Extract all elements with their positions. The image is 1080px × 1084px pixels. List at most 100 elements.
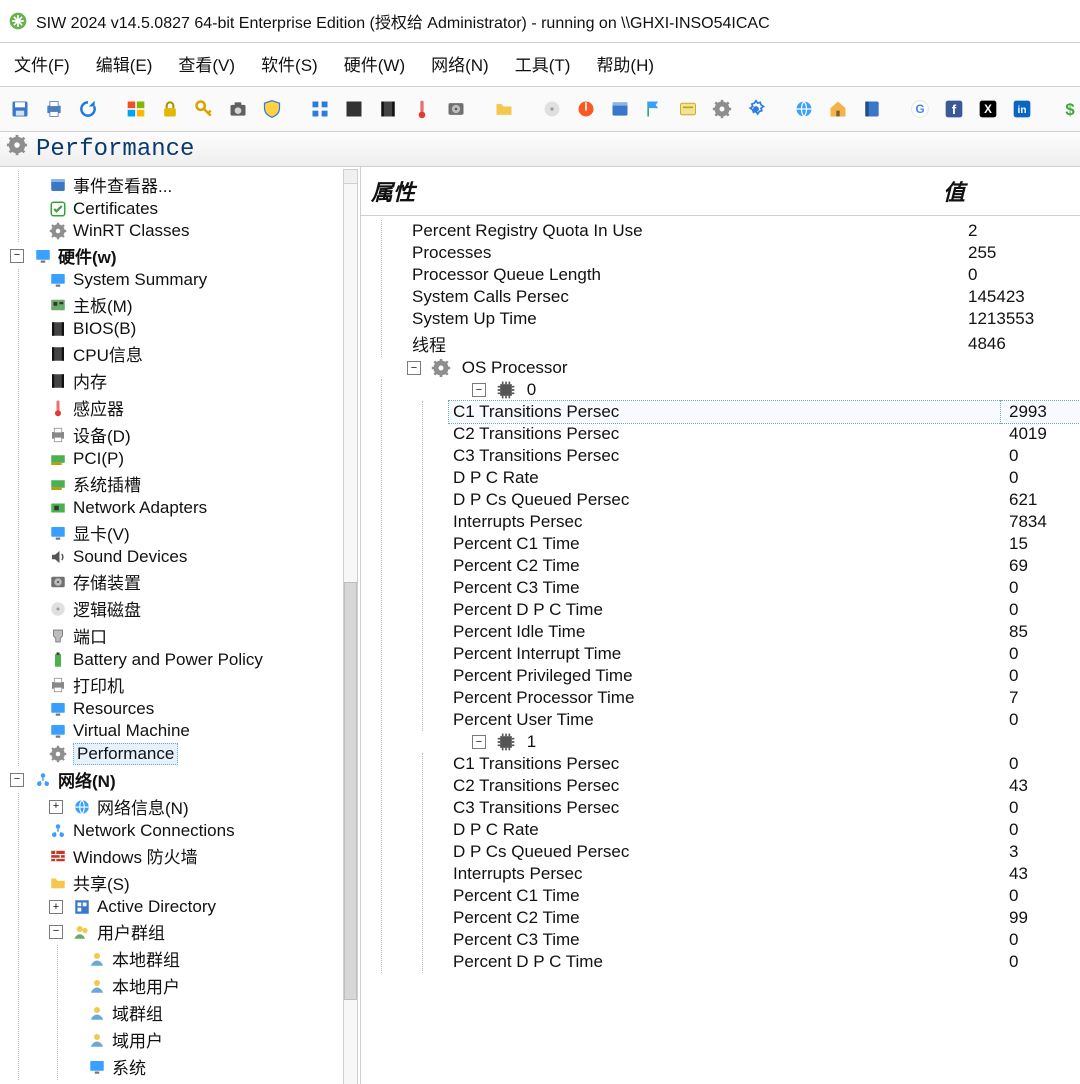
tree-item-localusers[interactable]: 本地用户 xyxy=(84,972,360,999)
tool-refresh-icon[interactable] xyxy=(76,97,100,121)
collapse-icon[interactable]: − xyxy=(10,773,24,787)
tool-dark-icon[interactable] xyxy=(342,97,366,121)
tool-camera-icon[interactable] xyxy=(226,97,250,121)
menu-software[interactable]: 软件(S) xyxy=(257,47,322,80)
detail-row[interactable]: Processor Queue Length0 xyxy=(408,264,1080,286)
tool-settings-icon[interactable] xyxy=(744,97,768,121)
tree-item-event-viewer[interactable]: 事件查看器... xyxy=(45,171,360,198)
collapse-icon[interactable]: − xyxy=(49,925,63,939)
detail-row[interactable]: Interrupts Persec7834 xyxy=(449,511,1080,533)
detail-group-processor-1[interactable]: − 1 xyxy=(408,731,1080,753)
detail-row[interactable]: D P C Rate0 xyxy=(449,819,1080,841)
tree-item-winrt[interactable]: WinRT Classes xyxy=(45,220,360,242)
tree-item-system[interactable]: 系统 xyxy=(84,1053,360,1080)
tool-lock-icon[interactable] xyxy=(158,97,182,121)
tool-folder-icon[interactable] xyxy=(492,97,516,121)
tree-group-network[interactable]: −网络(N) xyxy=(6,766,360,793)
scroll-up-icon[interactable] xyxy=(343,169,358,184)
tree-item-sound[interactable]: Sound Devices xyxy=(45,546,360,568)
detail-row[interactable]: C1 Transitions Persec0 xyxy=(449,753,1080,775)
tree-item-gpu[interactable]: 显卡(V) xyxy=(45,519,360,546)
tool-search-icon[interactable] xyxy=(540,97,564,121)
menu-file[interactable]: 文件(F) xyxy=(10,47,74,80)
tree-item-localgroups[interactable]: 本地群组 xyxy=(84,945,360,972)
tree-item-ad[interactable]: +Active Directory xyxy=(45,896,360,918)
detail-group-os-processor[interactable]: − OS Processor xyxy=(367,357,1080,379)
tree-item-share[interactable]: 共享(S) xyxy=(45,869,360,896)
detail-body[interactable]: Percent Registry Quota In Use2Processes2… xyxy=(361,216,1080,1084)
tree-item-slots[interactable]: 系统插槽 xyxy=(45,470,360,497)
tool-facebook-icon[interactable] xyxy=(942,97,966,121)
detail-row[interactable]: Percent Idle Time85 xyxy=(449,621,1080,643)
tool-film-icon[interactable] xyxy=(376,97,400,121)
detail-row[interactable]: Percent C3 Time0 xyxy=(449,577,1080,599)
detail-row[interactable]: C1 Transitions Persec2993 xyxy=(449,401,1080,423)
tree-item-printers[interactable]: 打印机 xyxy=(45,671,360,698)
detail-row[interactable]: C3 Transitions Persec0 xyxy=(449,445,1080,467)
tree-item-domainusers[interactable]: 域用户 xyxy=(84,1026,360,1053)
column-value[interactable]: 值 xyxy=(933,167,1080,215)
detail-row[interactable]: Percent D P C Time0 xyxy=(449,599,1080,621)
tool-windows-icon[interactable] xyxy=(124,97,148,121)
tree-item-bios[interactable]: BIOS(B) xyxy=(45,318,360,340)
menu-network[interactable]: 网络(N) xyxy=(427,47,493,80)
tree-item-vm[interactable]: Virtual Machine xyxy=(45,720,360,742)
menu-tools[interactable]: 工具(T) xyxy=(511,47,575,80)
menu-hardware[interactable]: 硬件(W) xyxy=(340,47,409,80)
menu-view[interactable]: 查看(V) xyxy=(174,47,239,80)
detail-row[interactable]: D P Cs Queued Persec621 xyxy=(449,489,1080,511)
scroll-thumb[interactable] xyxy=(344,582,357,1000)
detail-row[interactable]: Percent Privileged Time0 xyxy=(449,665,1080,687)
tool-save-icon[interactable] xyxy=(8,97,32,121)
tree-item-firewall[interactable]: Windows 防火墙 xyxy=(45,842,360,869)
tree-item-battery[interactable]: Battery and Power Policy xyxy=(45,649,360,671)
nav-scrollbar[interactable] xyxy=(342,169,358,1084)
detail-row[interactable]: Percent C2 Time69 xyxy=(449,555,1080,577)
tool-disk-icon[interactable] xyxy=(444,97,468,121)
tool-print-icon[interactable] xyxy=(42,97,66,121)
detail-row[interactable]: Percent C1 Time15 xyxy=(449,533,1080,555)
tool-flag-icon[interactable] xyxy=(642,97,666,121)
detail-group-processor-0[interactable]: − 0 xyxy=(408,379,1080,401)
collapse-icon[interactable]: − xyxy=(10,249,24,263)
tree-item-domaingroups[interactable]: 域群组 xyxy=(84,999,360,1026)
menu-edit[interactable]: 编辑(E) xyxy=(92,47,157,80)
detail-row[interactable]: Processes255 xyxy=(408,242,1080,264)
tool-linkedin-icon[interactable] xyxy=(1010,97,1034,121)
detail-row[interactable]: D P Cs Queued Persec3 xyxy=(449,841,1080,863)
tool-key-icon[interactable] xyxy=(192,97,216,121)
expand-icon[interactable]: + xyxy=(49,900,63,914)
tool-thermo-icon[interactable] xyxy=(410,97,434,121)
detail-row[interactable]: Percent Processor Time7 xyxy=(449,687,1080,709)
tool-x-icon[interactable] xyxy=(976,97,1000,121)
tool-dollar-icon[interactable] xyxy=(1058,97,1080,121)
tree-item-netinfo[interactable]: +网络信息(N) xyxy=(45,793,360,820)
detail-row[interactable]: D P C Rate0 xyxy=(449,467,1080,489)
detail-row[interactable]: Percent C3 Time0 xyxy=(449,929,1080,951)
tree-group-hardware[interactable]: −硬件(w) xyxy=(6,242,360,269)
detail-row[interactable]: Percent C1 Time0 xyxy=(449,885,1080,907)
tree-item-nic[interactable]: Network Adapters xyxy=(45,497,360,519)
tool-google-icon[interactable] xyxy=(908,97,932,121)
tool-app-icon[interactable] xyxy=(608,97,632,121)
tree-item-storage[interactable]: 存储装置 xyxy=(45,568,360,595)
tree-item-devices[interactable]: 设备(D) xyxy=(45,421,360,448)
tree-item-cpu[interactable]: CPU信息 xyxy=(45,340,360,367)
tree-item-certificates[interactable]: Certificates xyxy=(45,198,360,220)
detail-row[interactable]: Percent Interrupt Time0 xyxy=(449,643,1080,665)
expand-icon[interactable]: + xyxy=(49,800,63,814)
detail-row[interactable]: System Calls Persec145423 xyxy=(408,286,1080,308)
menu-help[interactable]: 帮助(H) xyxy=(592,47,658,80)
column-attr[interactable]: 属性 xyxy=(361,167,933,215)
tree-item-pci[interactable]: PCI(P) xyxy=(45,448,360,470)
tree-item-mem[interactable]: 内存 xyxy=(45,367,360,394)
detail-row[interactable]: Interrupts Persec43 xyxy=(449,863,1080,885)
tool-power-icon[interactable] xyxy=(574,97,598,121)
tool-cog-icon[interactable] xyxy=(710,97,734,121)
tree-item-logical[interactable]: 逻辑磁盘 xyxy=(45,595,360,622)
tree-item-performance[interactable]: Performance xyxy=(45,742,360,766)
detail-row[interactable]: Percent Registry Quota In Use2 xyxy=(408,220,1080,242)
collapse-icon[interactable]: − xyxy=(472,735,486,749)
detail-row[interactable]: C2 Transitions Persec43 xyxy=(449,775,1080,797)
detail-row[interactable]: System Up Time1213553 xyxy=(408,308,1080,330)
